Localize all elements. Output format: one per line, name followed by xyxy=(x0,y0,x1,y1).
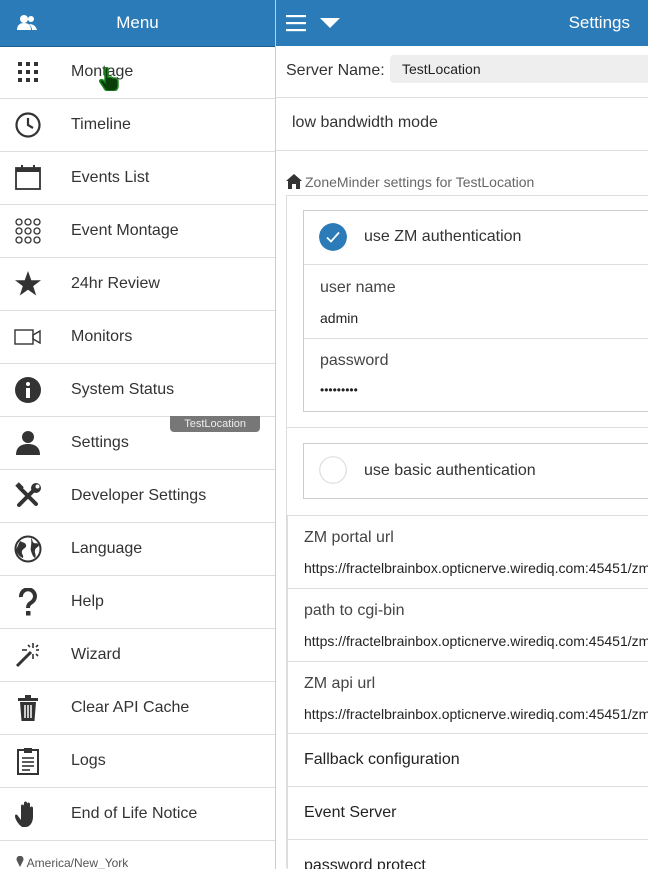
password-field: password ••••••••• xyxy=(304,339,648,411)
magic-wand-icon xyxy=(13,641,43,669)
menu-item-help[interactable]: Help xyxy=(0,576,275,629)
menu-item-logs[interactable]: Logs xyxy=(0,735,275,788)
menu-item-clear-api-cache[interactable]: Clear API Cache xyxy=(0,682,275,735)
side-menu: Menu Montage Timeline Events List Event … xyxy=(0,0,276,869)
menu-item-settings[interactable]: Settings TestLocation xyxy=(0,416,275,470)
menu-item-monitors[interactable]: Monitors xyxy=(0,311,275,364)
menu-item-label: Developer Settings xyxy=(71,487,207,504)
event-server-item[interactable]: Event Server xyxy=(287,786,648,839)
zm-api-url-label: ZM api url xyxy=(304,675,376,692)
settings-panel: Settings Server Name: low bandwidth mode… xyxy=(276,0,648,869)
menu-item-24hr-review[interactable]: 24hr Review xyxy=(0,258,275,311)
cgi-bin-input[interactable]: https://fractelbrainbox.opticnerve.wired… xyxy=(304,633,648,649)
hand-icon xyxy=(13,800,43,828)
menu-item-label: Clear API Cache xyxy=(71,699,190,716)
zm-auth-label: use ZM authentication xyxy=(364,228,522,245)
menu-item-developer-settings[interactable]: Developer Settings xyxy=(0,470,275,523)
cgi-bin-field: path to cgi-bin https://fractelbrainbox.… xyxy=(287,588,648,661)
timezone-label: America/New_York xyxy=(16,855,128,869)
hand-pointer-cursor-icon xyxy=(99,67,119,91)
side-menu-title: Menu xyxy=(116,13,159,32)
checkmark-circle-icon xyxy=(319,223,347,251)
divider xyxy=(287,427,648,428)
hamburger-menu-icon[interactable] xyxy=(286,14,308,32)
basic-auth-label: use basic authentication xyxy=(364,462,536,479)
zm-settings-heading: ZoneMinder settings for TestLocation xyxy=(286,174,534,190)
menu-item-end-of-life[interactable]: End of Life Notice xyxy=(0,788,275,841)
menu-item-label: Help xyxy=(71,593,104,610)
zm-api-url-field: ZM api url https://fractelbrainbox.optic… xyxy=(287,661,648,734)
menu-item-label: Wizard xyxy=(71,646,121,663)
password-input[interactable]: ••••••••• xyxy=(320,383,358,397)
home-icon xyxy=(286,174,302,189)
globe-icon xyxy=(13,535,43,563)
fallback-configuration-label: Fallback configuration xyxy=(304,751,460,768)
side-menu-header: Menu xyxy=(0,0,275,47)
username-field: user name admin xyxy=(304,265,648,339)
zm-api-url-input[interactable]: https://fractelbrainbox.opticnerve.wired… xyxy=(304,706,648,722)
person-icon xyxy=(13,429,43,457)
clipboard-icon xyxy=(13,747,43,775)
chevron-down-icon[interactable] xyxy=(319,16,341,30)
menu-item-label: End of Life Notice xyxy=(71,805,198,822)
zm-auth-toggle[interactable]: use ZM authentication xyxy=(304,211,648,265)
menu-item-language[interactable]: Language xyxy=(0,523,275,576)
video-camera-icon xyxy=(13,323,43,351)
password-protect-item[interactable]: password protect xyxy=(287,839,648,869)
question-icon xyxy=(13,588,43,616)
server-name-input[interactable] xyxy=(390,55,648,83)
clock-icon xyxy=(13,111,43,139)
event-server-label: Event Server xyxy=(304,804,397,821)
menu-item-label: Timeline xyxy=(71,116,131,133)
menu-item-timeline[interactable]: Timeline xyxy=(0,99,275,152)
menu-item-label: Settings xyxy=(71,434,129,451)
zm-portal-url-input[interactable]: https://fractelbrainbox.opticnerve.wired… xyxy=(304,560,648,576)
menu-item-events-list[interactable]: Events List xyxy=(0,152,275,205)
info-icon xyxy=(13,376,43,404)
server-name-label: Server Name: xyxy=(286,62,385,79)
menu-item-system-status[interactable]: System Status xyxy=(0,364,275,417)
circles-grid-icon xyxy=(13,217,43,245)
location-badge: TestLocation xyxy=(170,416,260,432)
menu-item-label: Event Montage xyxy=(71,222,179,239)
zm-portal-url-label: ZM portal url xyxy=(304,529,394,546)
menu-item-label: Events List xyxy=(71,169,150,186)
calendar-icon xyxy=(13,164,43,192)
top-header: Settings xyxy=(276,0,648,47)
menu-item-label: 24hr Review xyxy=(71,275,160,292)
trash-icon xyxy=(13,694,43,722)
map-pin-icon xyxy=(16,855,24,867)
menu-item-wizard[interactable]: Wizard xyxy=(0,629,275,682)
menu-list: Montage Timeline Events List Event Monta… xyxy=(0,46,275,841)
username-input[interactable]: admin xyxy=(320,310,358,326)
server-name-row: Server Name: xyxy=(276,46,648,98)
password-protect-label: password protect xyxy=(304,857,426,869)
menu-item-event-montage[interactable]: Event Montage xyxy=(0,205,275,258)
empty-circle-icon xyxy=(319,456,347,484)
menu-item-label: Language xyxy=(71,540,143,557)
basic-auth-toggle[interactable]: use basic authentication xyxy=(303,443,648,499)
menu-item-label: System Status xyxy=(71,381,175,398)
zm-portal-url-field: ZM portal url https://fractelbrainbox.op… xyxy=(287,515,648,588)
password-label: password xyxy=(320,352,389,369)
star-icon xyxy=(13,270,43,298)
menu-item-label: Monitors xyxy=(71,328,133,345)
username-label: user name xyxy=(320,279,396,296)
tools-icon xyxy=(13,482,43,510)
zm-auth-card: use ZM authentication user name admin pa… xyxy=(303,210,648,412)
low-bandwidth-toggle[interactable]: low bandwidth mode xyxy=(276,98,648,151)
cgi-bin-label: path to cgi-bin xyxy=(304,602,405,619)
fallback-configuration-item[interactable]: Fallback configuration xyxy=(287,733,648,786)
page-title: Settings xyxy=(568,13,630,32)
menu-item-label: Logs xyxy=(71,752,106,769)
menu-item-montage[interactable]: Montage xyxy=(0,46,275,99)
low-bandwidth-label: low bandwidth mode xyxy=(292,114,438,131)
grid-icon xyxy=(13,58,43,86)
